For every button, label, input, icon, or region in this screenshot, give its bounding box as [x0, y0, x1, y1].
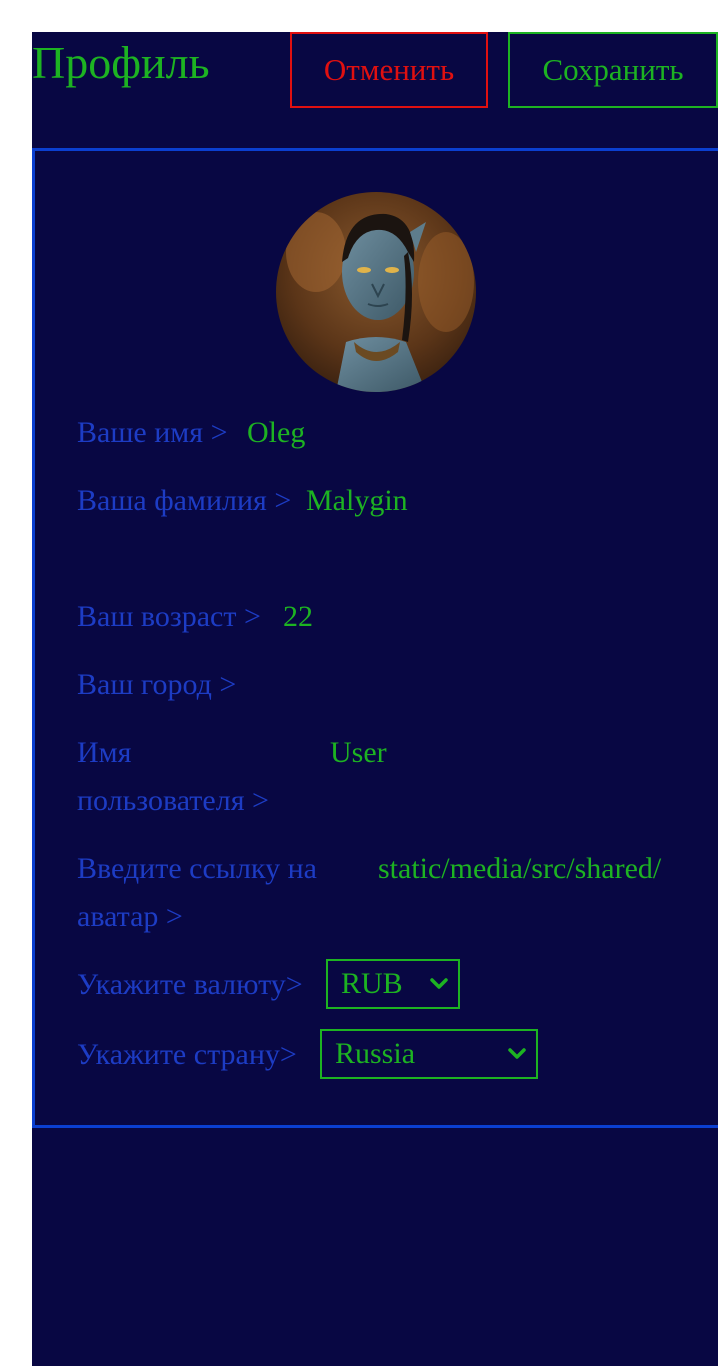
last-name-label: Ваша фамилия > [77, 484, 292, 517]
last-name-field[interactable]: Malygin [306, 477, 676, 525]
profile-page: Профиль Отменить Сохранить Ваше имя > Ol… [32, 32, 718, 1366]
avatar-image [276, 192, 476, 392]
chevron-down-icon [508, 1048, 526, 1059]
profile-card: Ваше имя > Oleg Ваша фамилия > Malygin В… [32, 148, 718, 1128]
avatar-link-label: Введите ссылку на аватар > [77, 852, 317, 933]
currency-row: Укажите валюту> RUB [77, 959, 677, 1013]
currency-select[interactable]: RUB [326, 959, 460, 1009]
save-button[interactable]: Сохранить [508, 32, 718, 108]
cancel-button[interactable]: Отменить [290, 32, 488, 108]
username-row: Имя пользователя > User [77, 729, 677, 825]
username-field[interactable]: User [330, 729, 670, 777]
currency-label: Укажите валюту> [77, 968, 303, 1001]
city-label: Ваш город > [77, 668, 237, 701]
country-row: Укажите страну> Russia [77, 1029, 677, 1083]
age-label: Ваш возраст > [77, 600, 261, 633]
currency-select-value: RUB [341, 967, 403, 1000]
country-select-value: Russia [335, 1037, 416, 1070]
city-row: Ваш город > [77, 661, 677, 709]
age-field[interactable]: 22 [283, 593, 663, 641]
avatar-link-field[interactable]: static/media/src/shared/ [378, 845, 675, 893]
first-name-label: Ваше имя > [77, 416, 228, 449]
age-row: Ваш возраст > 22 [77, 593, 677, 641]
chevron-down-icon [430, 978, 448, 989]
last-name-row: Ваша фамилия > Malygin [77, 477, 677, 573]
avatar-link-row: Введите ссылку на аватар > static/media/… [77, 845, 677, 941]
first-name-row: Ваше имя > Oleg [77, 409, 677, 457]
page-title: Профиль [32, 37, 210, 88]
country-select[interactable]: Russia [320, 1029, 538, 1079]
first-name-field[interactable]: Oleg [247, 409, 647, 457]
username-label: Имя пользователя > [77, 736, 269, 817]
avatar [276, 192, 476, 392]
country-label: Укажите страну> [77, 1038, 297, 1071]
